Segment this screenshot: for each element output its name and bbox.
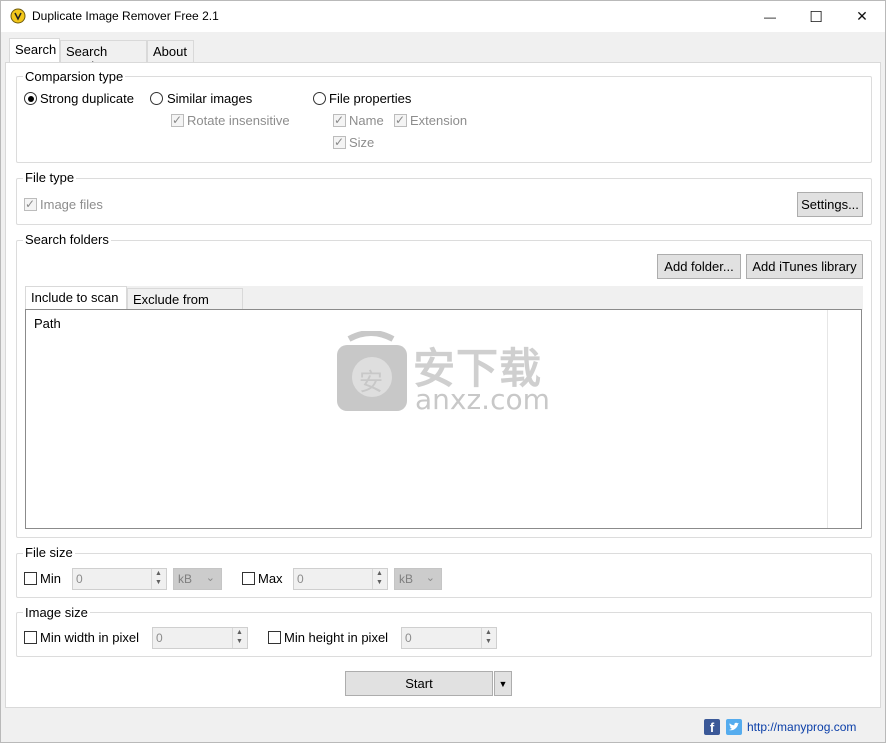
maximize-icon: ☐ bbox=[809, 8, 823, 26]
tab-exclude-from-scan[interactable]: Exclude from scan bbox=[127, 288, 243, 322]
image-files-label: Image files bbox=[40, 197, 103, 212]
name-label: Name bbox=[349, 113, 384, 128]
min-size-value: 0 bbox=[76, 572, 83, 586]
add-folder-button[interactable]: Add folder... bbox=[657, 254, 741, 279]
spin-down-icon[interactable]: ▼ bbox=[485, 638, 492, 645]
twitter-icon[interactable] bbox=[726, 719, 742, 735]
extension-label: Extension bbox=[410, 113, 468, 128]
min-height-checkbox[interactable] bbox=[268, 631, 281, 644]
spin-up-icon[interactable]: ▲ bbox=[155, 570, 162, 577]
tab-include-to-scan[interactable]: Include to scan bbox=[25, 286, 127, 310]
spin-down-icon[interactable]: ▼ bbox=[155, 579, 162, 586]
close-icon: ✕ bbox=[856, 8, 868, 24]
file-properties-radio[interactable] bbox=[313, 92, 326, 105]
extension-checkbox[interactable]: ✓ bbox=[394, 113, 407, 127]
rotate-insensitive-checkbox[interactable]: ✓ bbox=[171, 113, 184, 127]
similar-images-radio[interactable] bbox=[150, 92, 163, 105]
watermark-latin: anxz.com bbox=[415, 383, 550, 416]
tab-about[interactable]: About bbox=[147, 40, 194, 62]
list-scrollbar[interactable] bbox=[827, 310, 861, 528]
check-icon: ✓ bbox=[334, 135, 345, 149]
window-title: Duplicate Image Remover Free 2.1 bbox=[32, 9, 219, 23]
file-type-group bbox=[16, 178, 872, 225]
tab-search-result[interactable]: Search result bbox=[60, 40, 147, 74]
size-checkbox[interactable]: ✓ bbox=[333, 135, 346, 149]
strong-duplicate-radio[interactable] bbox=[24, 92, 37, 105]
min-size-checkbox[interactable] bbox=[24, 572, 37, 585]
rotate-insensitive-label: Rotate insensitive bbox=[187, 113, 290, 128]
size-label: Size bbox=[349, 135, 375, 150]
chevron-down-icon: ⌄ bbox=[205, 572, 215, 584]
add-itunes-library-button[interactable]: Add iTunes library bbox=[746, 254, 863, 279]
app-window: Duplicate Image Remover Free 2.1 — ☐ ✕ S… bbox=[0, 0, 886, 743]
check-icon: ✓ bbox=[25, 197, 36, 211]
check-icon: ✓ bbox=[334, 113, 345, 127]
check-icon: ✓ bbox=[395, 113, 406, 127]
similar-images-label[interactable]: Similar images bbox=[167, 91, 252, 106]
image-files-checkbox[interactable]: ✓ bbox=[24, 197, 37, 211]
image-size-label: Image size bbox=[23, 605, 90, 620]
min-width-stepper[interactable]: 0 ▲ ▼ bbox=[152, 627, 248, 649]
spin-up-icon[interactable]: ▲ bbox=[236, 629, 243, 636]
spin-up-icon[interactable]: ▲ bbox=[376, 570, 383, 577]
spin-down-icon[interactable]: ▼ bbox=[236, 638, 243, 645]
max-size-unit: kB bbox=[399, 572, 414, 586]
close-button[interactable]: ✕ bbox=[839, 1, 885, 32]
watermark: 安 安下载 anxz.com bbox=[335, 330, 555, 416]
file-size-label: File size bbox=[23, 545, 75, 560]
name-checkbox[interactable]: ✓ bbox=[333, 113, 346, 127]
tab-search[interactable]: Search bbox=[9, 38, 60, 62]
max-size-unit-select[interactable]: kB ⌄ bbox=[394, 568, 442, 590]
max-size-checkbox[interactable] bbox=[242, 572, 255, 585]
maximize-button[interactable]: ☐ bbox=[793, 1, 839, 32]
min-width-value: 0 bbox=[156, 631, 163, 645]
min-height-value: 0 bbox=[405, 631, 412, 645]
title-bar: Duplicate Image Remover Free 2.1 — ☐ ✕ bbox=[1, 1, 885, 32]
min-height-label[interactable]: Min height in pixel bbox=[284, 630, 388, 645]
facebook-icon[interactable]: f bbox=[704, 719, 720, 735]
check-icon: ✓ bbox=[172, 113, 183, 127]
settings-button[interactable]: Settings... bbox=[797, 192, 863, 217]
column-header-path[interactable]: Path bbox=[34, 316, 61, 331]
minimize-button[interactable]: — bbox=[747, 1, 793, 32]
app-logo-icon bbox=[10, 8, 26, 24]
min-width-checkbox[interactable] bbox=[24, 631, 37, 644]
max-size-stepper[interactable]: 0 ▲ ▼ bbox=[293, 568, 388, 590]
file-type-label: File type bbox=[23, 170, 77, 185]
min-size-unit-select[interactable]: kB ⌄ bbox=[173, 568, 222, 590]
max-size-label[interactable]: Max bbox=[258, 571, 283, 586]
watermark-glyph: 安 bbox=[359, 368, 383, 396]
max-size-value: 0 bbox=[297, 572, 304, 586]
website-link[interactable]: http://manyprog.com bbox=[747, 720, 856, 734]
spin-down-icon[interactable]: ▼ bbox=[376, 579, 383, 586]
spin-up-icon[interactable]: ▲ bbox=[485, 629, 492, 636]
start-options-button[interactable]: ▼ bbox=[494, 671, 512, 696]
search-folders-label: Search folders bbox=[23, 232, 111, 247]
minimize-icon: — bbox=[764, 9, 776, 24]
min-width-label[interactable]: Min width in pixel bbox=[40, 630, 139, 645]
comparison-type-label: Comparsion type bbox=[23, 69, 126, 84]
strong-duplicate-label[interactable]: Strong duplicate bbox=[40, 91, 134, 106]
min-size-label[interactable]: Min bbox=[40, 571, 61, 586]
min-size-unit: kB bbox=[178, 572, 193, 586]
file-properties-label[interactable]: File properties bbox=[329, 91, 411, 106]
start-button[interactable]: Start bbox=[345, 671, 493, 696]
caret-down-icon: ▼ bbox=[498, 678, 508, 689]
min-size-stepper[interactable]: 0 ▲ ▼ bbox=[72, 568, 167, 590]
chevron-down-icon: ⌄ bbox=[425, 572, 435, 584]
min-height-stepper[interactable]: 0 ▲ ▼ bbox=[401, 627, 497, 649]
